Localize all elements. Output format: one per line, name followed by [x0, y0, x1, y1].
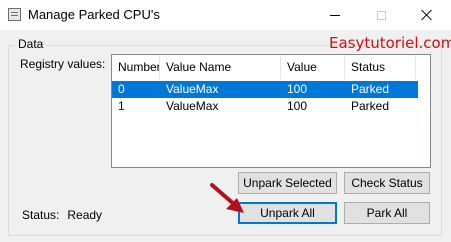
cell-number: 0 — [118, 82, 125, 96]
status-label: Status: — [22, 208, 60, 222]
app-window-icon — [8, 8, 21, 21]
annotation-arrow-icon — [210, 183, 244, 213]
cell-number: 1 — [118, 99, 125, 113]
column-header-status[interactable]: Status — [345, 55, 416, 79]
cell-status: Parked — [351, 82, 390, 96]
maximize-button — [358, 0, 404, 30]
window-title: Manage Parked CPU's — [28, 7, 160, 22]
cell-value: 100 — [287, 99, 308, 113]
list-row[interactable]: 1 ValueMax 100 Parked — [112, 98, 418, 115]
registry-values-list[interactable]: Number Value Name Value Status 0 ValueMa… — [111, 54, 431, 168]
status-value: Ready — [67, 208, 103, 222]
status-area: Status: Ready — [22, 208, 102, 222]
minimize-icon — [330, 14, 340, 16]
title-bar: Manage Parked CPU's — [0, 0, 451, 30]
cell-value-name: ValueMax — [166, 99, 219, 113]
groupbox-label: Data — [15, 37, 47, 51]
minimize-button[interactable] — [312, 0, 358, 30]
cell-value-name: ValueMax — [166, 82, 219, 96]
list-row[interactable]: 0 ValueMax 100 Parked — [112, 81, 418, 98]
unpark-all-button[interactable]: Unpark All — [238, 202, 337, 224]
column-header-value-name[interactable]: Value Name — [160, 55, 281, 79]
list-header: Number Value Name Value Status — [112, 55, 430, 79]
close-button[interactable] — [404, 0, 450, 30]
park-all-button[interactable]: Park All — [344, 202, 430, 224]
registry-values-label: Registry values: — [20, 57, 106, 71]
check-status-button[interactable]: Check Status — [344, 172, 430, 194]
close-icon — [421, 9, 433, 21]
column-header-value[interactable]: Value — [281, 55, 345, 79]
column-header-number[interactable]: Number — [112, 55, 160, 79]
maximize-icon — [376, 10, 386, 20]
watermark-text: Easytutoriel.com — [329, 34, 451, 52]
cell-status: Parked — [351, 99, 390, 113]
cell-value: 100 — [287, 82, 308, 96]
unpark-selected-button[interactable]: Unpark Selected — [238, 172, 337, 194]
